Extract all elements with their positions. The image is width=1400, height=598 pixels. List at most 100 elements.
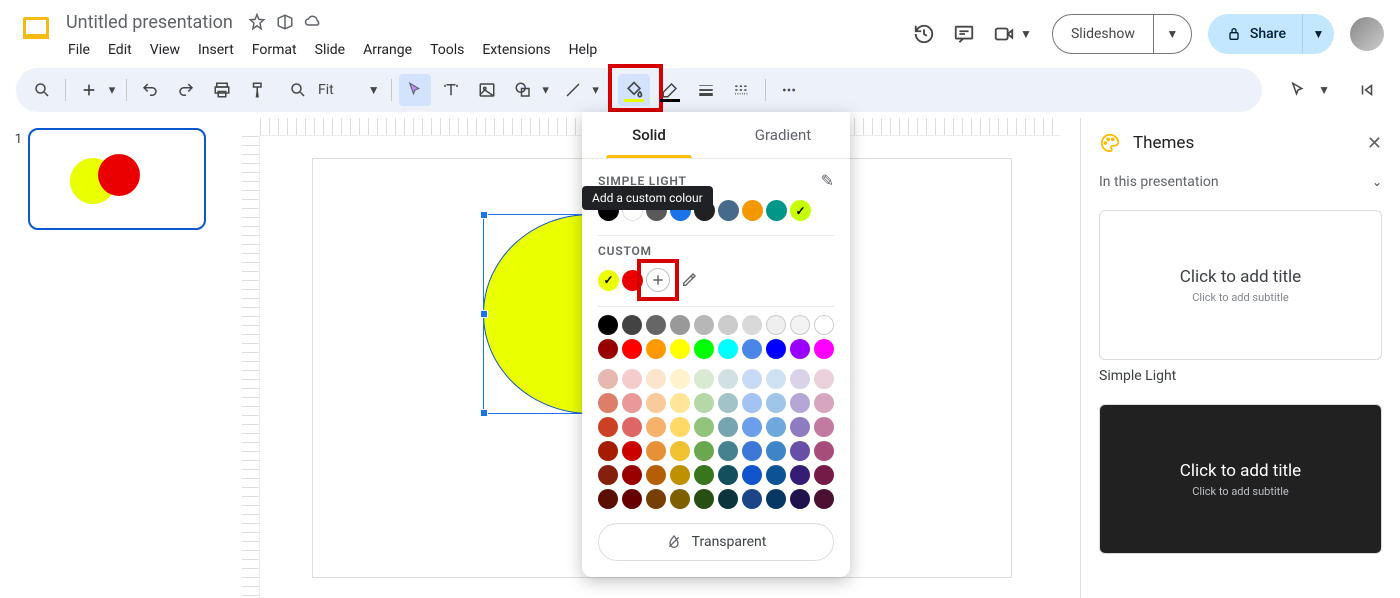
palette-swatch[interactable] — [814, 417, 834, 437]
paint-format-button[interactable] — [242, 74, 274, 106]
menu-file[interactable]: File — [60, 38, 98, 62]
palette-swatch[interactable] — [622, 339, 642, 359]
palette-swatch[interactable] — [598, 417, 618, 437]
palette-swatch[interactable] — [766, 441, 786, 461]
meet-dropdown[interactable]: ▼ — [1016, 22, 1036, 46]
palette-swatch[interactable] — [742, 441, 762, 461]
doc-title[interactable]: Untitled presentation — [60, 10, 239, 35]
eyedropper-button[interactable] — [677, 268, 701, 292]
redo-button[interactable] — [170, 74, 202, 106]
palette-swatch[interactable] — [790, 417, 810, 437]
palette-swatch[interactable] — [622, 465, 642, 485]
palette-swatch[interactable] — [598, 339, 618, 359]
border-weight-button[interactable] — [690, 74, 722, 106]
slideshow-dropdown[interactable]: ▼ — [1153, 15, 1191, 53]
palette-swatch[interactable] — [790, 441, 810, 461]
menu-slide[interactable]: Slide — [307, 38, 353, 62]
palette-swatch[interactable] — [598, 441, 618, 461]
palette-swatch[interactable] — [718, 339, 738, 359]
palette-swatch[interactable] — [790, 465, 810, 485]
palette-swatch[interactable] — [622, 417, 642, 437]
palette-swatch[interactable] — [766, 489, 786, 509]
palette-swatch[interactable] — [718, 315, 738, 335]
palette-swatch[interactable] — [790, 369, 810, 389]
theme-simple-light[interactable]: Click to add title Click to add subtitle — [1099, 210, 1382, 360]
app-logo[interactable] — [16, 8, 56, 48]
undo-button[interactable] — [134, 74, 166, 106]
palette-swatch[interactable] — [694, 393, 714, 413]
line-button[interactable] — [557, 74, 589, 106]
line-dropdown[interactable]: ▾ — [589, 83, 603, 98]
move-icon[interactable] — [275, 12, 295, 32]
palette-swatch[interactable] — [670, 441, 690, 461]
palette-swatch[interactable] — [766, 393, 786, 413]
palette-swatch[interactable] — [790, 339, 810, 359]
select-tool[interactable] — [399, 74, 431, 106]
menu-extensions[interactable]: Extensions — [474, 38, 558, 62]
share-dropdown[interactable]: ▼ — [1302, 14, 1334, 54]
zoom-dropdown[interactable]: ▼ — [368, 83, 380, 97]
palette-swatch[interactable] — [694, 417, 714, 437]
cloud-status-icon[interactable] — [303, 12, 323, 32]
slide-thumbnail-1[interactable] — [28, 128, 206, 230]
palette-swatch[interactable] — [742, 369, 762, 389]
palette-swatch[interactable] — [670, 369, 690, 389]
palette-swatch[interactable] — [694, 315, 714, 335]
history-icon[interactable] — [912, 22, 936, 46]
border-dash-button[interactable] — [726, 74, 758, 106]
new-slide-button[interactable] — [73, 74, 105, 106]
palette-swatch[interactable] — [814, 489, 834, 509]
palette-swatch[interactable] — [598, 393, 618, 413]
star-icon[interactable] — [247, 12, 267, 32]
palette-swatch[interactable] — [646, 369, 666, 389]
palette-swatch[interactable] — [742, 315, 762, 335]
theme-color-swatch[interactable] — [766, 200, 787, 221]
palette-swatch[interactable] — [718, 393, 738, 413]
new-slide-dropdown[interactable]: ▾ — [105, 83, 119, 98]
palette-swatch[interactable] — [670, 417, 690, 437]
palette-swatch[interactable] — [670, 315, 690, 335]
palette-swatch[interactable] — [790, 489, 810, 509]
palette-swatch[interactable] — [718, 465, 738, 485]
palette-swatch[interactable] — [790, 315, 810, 335]
palette-swatch[interactable] — [646, 489, 666, 509]
theme-color-swatch[interactable] — [718, 200, 739, 221]
theme-color-swatch[interactable] — [742, 200, 763, 221]
palette-swatch[interactable] — [622, 441, 642, 461]
menu-format[interactable]: Format — [244, 38, 305, 62]
palette-swatch[interactable] — [766, 339, 786, 359]
menu-insert[interactable]: Insert — [190, 38, 242, 62]
palette-swatch[interactable] — [718, 417, 738, 437]
palette-swatch[interactable] — [766, 315, 786, 335]
palette-swatch[interactable] — [670, 339, 690, 359]
theme-color-swatch[interactable] — [790, 200, 811, 221]
palette-swatch[interactable] — [670, 489, 690, 509]
palette-swatch[interactable] — [622, 393, 642, 413]
slideshow-button[interactable]: Slideshow — [1053, 15, 1153, 53]
palette-swatch[interactable] — [742, 339, 762, 359]
palette-swatch[interactable] — [814, 393, 834, 413]
palette-swatch[interactable] — [646, 465, 666, 485]
themes-section-toggle[interactable]: In this presentation ⌄ — [1099, 174, 1382, 190]
palette-swatch[interactable] — [718, 369, 738, 389]
palette-swatch[interactable] — [814, 465, 834, 485]
palette-swatch[interactable] — [646, 393, 666, 413]
edit-theme-button[interactable]: ✎ — [821, 171, 834, 190]
tab-gradient[interactable]: Gradient — [716, 112, 850, 158]
menu-arrange[interactable]: Arrange — [355, 38, 420, 62]
palette-swatch[interactable] — [598, 369, 618, 389]
theme-simple-dark[interactable]: Click to add title Click to add subtitle — [1099, 404, 1382, 554]
palette-swatch[interactable] — [646, 417, 666, 437]
pointer-mode-dropdown[interactable]: ▼ — [1318, 83, 1330, 97]
palette-swatch[interactable] — [622, 315, 642, 335]
palette-swatch[interactable] — [718, 441, 738, 461]
shape-button[interactable] — [507, 74, 539, 106]
palette-swatch[interactable] — [694, 369, 714, 389]
palette-swatch[interactable] — [670, 465, 690, 485]
palette-swatch[interactable] — [766, 369, 786, 389]
palette-swatch[interactable] — [598, 465, 618, 485]
meet-icon[interactable] — [992, 22, 1016, 46]
palette-swatch[interactable] — [694, 339, 714, 359]
textbox-button[interactable] — [435, 74, 467, 106]
palette-swatch[interactable] — [646, 339, 666, 359]
